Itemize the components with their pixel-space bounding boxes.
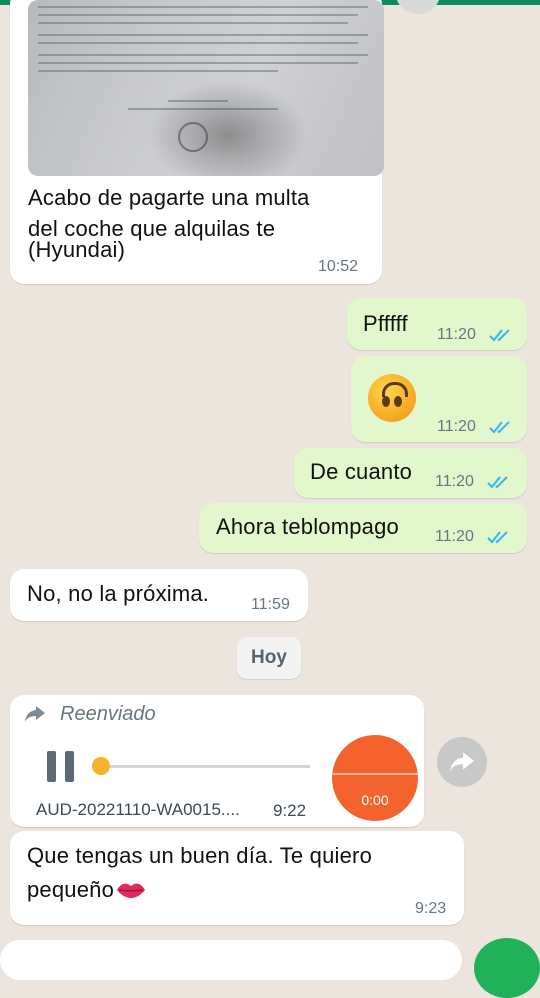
upside-down-face-icon — [368, 374, 416, 422]
kiss-mark-icon — [117, 883, 146, 898]
message-text-line-1: Que tengas un buen día. Te quiero — [27, 843, 373, 868]
message-time: 9:22 — [273, 801, 307, 820]
message-text-line-2: pequeño — [27, 877, 115, 902]
message-text: De cuanto — [310, 459, 413, 484]
message-time: 11:59 — [251, 596, 290, 613]
audio-duration: 0:00 — [361, 792, 389, 808]
incoming-message[interactable]: No, no la próxima. 11:59 — [10, 569, 308, 621]
caption-line-3: (Hyundai) — [28, 237, 126, 262]
outgoing-emoji-message[interactable]: 11:20 — [351, 356, 527, 442]
message-text: Ahora teblompago — [216, 514, 399, 539]
image-message[interactable]: Acabo de pagarte una multa del coche que… — [10, 0, 384, 284]
message-time: 10:52 — [318, 258, 359, 275]
send-button[interactable] — [474, 938, 540, 998]
message-time: 9:23 — [415, 900, 447, 917]
outgoing-message[interactable]: Pfffff 11:20 — [347, 298, 527, 350]
message-text: Pfffff — [363, 311, 408, 336]
read-ticks-icon — [489, 329, 510, 342]
caption-line-1: Acabo de pagarte una multa — [28, 185, 310, 210]
message-time: 11:20 — [435, 528, 474, 545]
read-ticks-icon — [489, 421, 510, 434]
document-photo[interactable] — [28, 0, 384, 176]
forward-arrow-icon — [450, 752, 474, 772]
pause-icon[interactable] — [47, 751, 77, 782]
read-ticks-icon — [487, 476, 508, 489]
voice-avatar: 0:00 — [332, 735, 418, 821]
forwarded-label: Reenviado — [60, 703, 156, 725]
forwarded-icon — [25, 706, 45, 722]
message-time: 11:20 — [435, 473, 474, 490]
scroll-button[interactable] — [396, 0, 440, 14]
message-time: 11:20 — [437, 418, 476, 435]
message-input[interactable] — [0, 940, 462, 980]
audio-filename: AUD-20221110-WA0015.... — [36, 800, 240, 819]
incoming-message[interactable]: Que tengas un buen día. Te quiero pequeñ… — [10, 831, 464, 925]
outgoing-message[interactable]: Ahora teblompago 11:20 — [199, 503, 527, 553]
date-divider-label: Hoy — [251, 647, 287, 668]
date-divider: Hoy — [237, 637, 301, 679]
forward-button[interactable] — [437, 737, 487, 787]
audio-seek-handle[interactable] — [92, 757, 110, 775]
audio-progress-track[interactable] — [100, 765, 310, 768]
outgoing-message[interactable]: De cuanto 11:20 — [294, 448, 527, 498]
read-ticks-icon — [487, 531, 508, 544]
message-time: 11:20 — [437, 326, 476, 343]
message-text: No, no la próxima. — [27, 581, 210, 606]
